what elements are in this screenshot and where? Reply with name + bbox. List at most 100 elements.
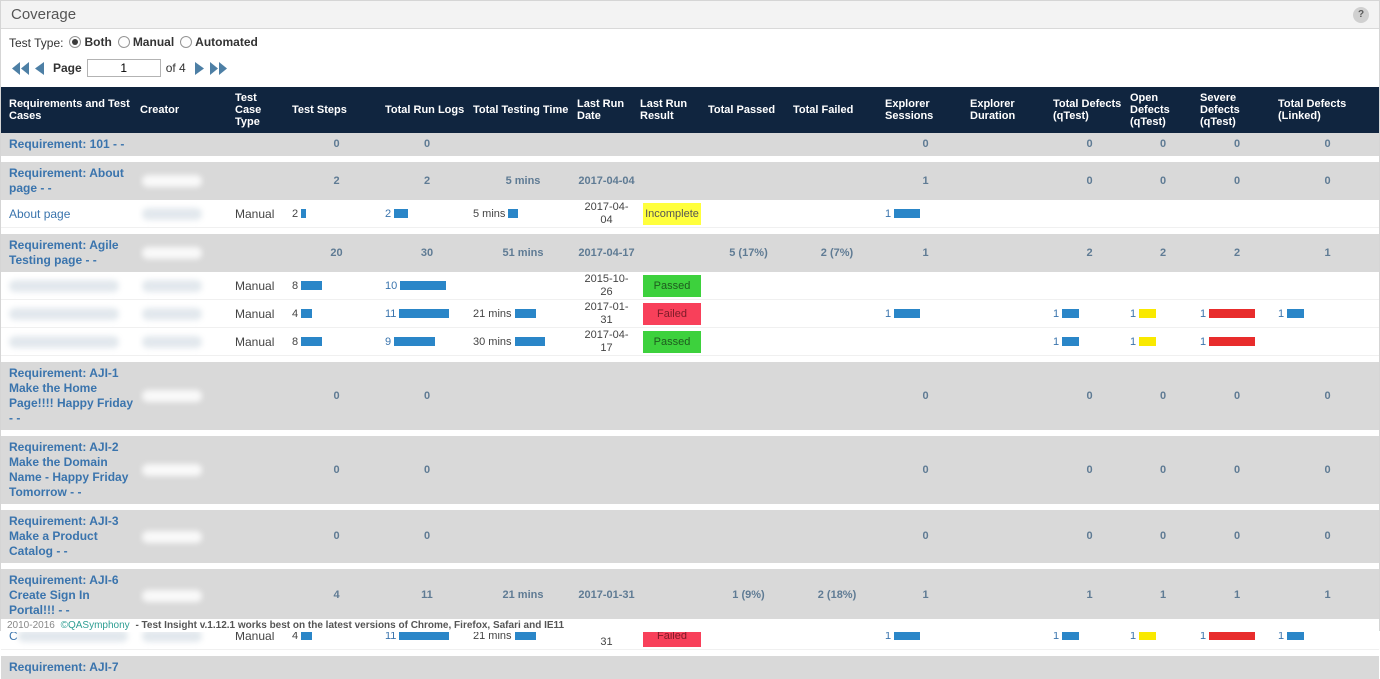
test-type-radio-manual[interactable]: Manual bbox=[118, 35, 174, 49]
metric-bar bbox=[399, 309, 449, 318]
cell-tdq: 1 bbox=[1051, 300, 1128, 327]
requirement-row: Requirement: About page - -225 mins2017-… bbox=[1, 162, 1379, 200]
redacted-text bbox=[142, 336, 202, 348]
cell-tdl bbox=[1276, 200, 1379, 227]
cell-duration bbox=[968, 510, 1051, 563]
cell-steps: 0 bbox=[290, 436, 383, 504]
testcase-link[interactable]: About page bbox=[9, 207, 70, 221]
metric-value[interactable]: 1 bbox=[1130, 336, 1136, 348]
cell-logs: 0 bbox=[383, 133, 471, 156]
cell-creator bbox=[138, 133, 233, 156]
metric-value[interactable]: 9 bbox=[385, 336, 391, 348]
radio-label: Automated bbox=[195, 35, 258, 49]
cell-type bbox=[233, 569, 290, 622]
cell-date bbox=[575, 656, 638, 679]
requirement-row: Requirement: AJI-1 Make the Home Page!!!… bbox=[1, 362, 1379, 430]
next-page-button[interactable] bbox=[192, 60, 207, 77]
redacted-text bbox=[142, 590, 202, 602]
first-page-button[interactable] bbox=[9, 60, 32, 77]
column-header: Last Run Result bbox=[638, 87, 706, 133]
requirement-link[interactable]: Requirement: AJI-1 Make the Home Page!!!… bbox=[9, 362, 138, 430]
cell-logs: 0 bbox=[383, 362, 471, 430]
cell-logs: 2 bbox=[383, 200, 471, 227]
requirement-link[interactable]: Requirement: Agile Testing page - - bbox=[9, 234, 138, 272]
requirement-link[interactable]: Requirement: About page - - bbox=[9, 162, 138, 200]
cell-passed: 1 (9%) bbox=[706, 569, 791, 622]
cell-time: 5 mins bbox=[471, 200, 575, 227]
metric-value[interactable]: 11 bbox=[385, 308, 396, 320]
cell-time: 21 mins bbox=[471, 300, 575, 327]
cell-time bbox=[471, 272, 575, 299]
cell-logs: 10 bbox=[383, 272, 471, 299]
metric-bar bbox=[1287, 309, 1304, 318]
metric-bar bbox=[301, 337, 322, 346]
cell-failed bbox=[791, 300, 883, 327]
cell-sd: 1 bbox=[1198, 569, 1276, 622]
cell-date: 2017-04-17 bbox=[575, 328, 638, 355]
column-header: Test Case Type bbox=[233, 87, 290, 133]
metric-bar bbox=[301, 309, 312, 318]
cell-time bbox=[471, 362, 575, 430]
metric-bar bbox=[400, 281, 446, 290]
metric-value[interactable]: 1 bbox=[1053, 336, 1059, 348]
cell-sessions: 1 bbox=[883, 162, 968, 200]
test-type-label: Test Type: bbox=[9, 36, 63, 50]
cell-tdq: 0 bbox=[1051, 133, 1128, 156]
footer-brand-link[interactable]: ©QASymphony bbox=[61, 620, 130, 631]
cell-sessions: 0 bbox=[883, 362, 968, 430]
cell-tdq bbox=[1051, 656, 1128, 679]
requirement-link[interactable]: Requirement: AJI-6 Create Sign In Portal… bbox=[9, 569, 138, 622]
column-header: Creator bbox=[138, 87, 233, 133]
cell-name: Requirement: AJI-7 bbox=[1, 656, 138, 679]
radio-icon[interactable] bbox=[118, 36, 130, 48]
requirement-row: Requirement: Agile Testing page - -20305… bbox=[1, 234, 1379, 272]
cell-type bbox=[233, 510, 290, 563]
cell-passed bbox=[706, 436, 791, 504]
cell-failed bbox=[791, 510, 883, 563]
cell-tdl bbox=[1276, 272, 1379, 299]
metric-value[interactable]: 1 bbox=[885, 208, 891, 220]
cell-tdq: 1 bbox=[1051, 569, 1128, 622]
cell-type bbox=[233, 656, 290, 679]
metric-value[interactable]: 10 bbox=[385, 280, 397, 292]
metric-value[interactable]: 1 bbox=[1278, 308, 1284, 320]
cell-time: 5 mins bbox=[471, 162, 575, 200]
page-number-input[interactable] bbox=[87, 59, 161, 77]
last-page-button[interactable] bbox=[207, 60, 230, 77]
radio-icon[interactable] bbox=[69, 36, 81, 48]
metric-value[interactable]: 1 bbox=[1130, 308, 1136, 320]
cell-name bbox=[1, 272, 138, 299]
metric-value[interactable]: 1 bbox=[1053, 308, 1059, 320]
metric-value: 8 bbox=[292, 280, 298, 292]
left-arrow-icon bbox=[35, 62, 44, 75]
testcase-row: Manual41121 mins2017-01-31Failed11111 bbox=[1, 300, 1379, 328]
requirement-link[interactable]: Requirement: AJI-3 Make a Product Catalo… bbox=[9, 510, 138, 563]
metric-value[interactable]: 1 bbox=[885, 308, 891, 320]
requirement-link[interactable]: Requirement: 101 - - bbox=[9, 133, 128, 156]
previous-page-button[interactable] bbox=[32, 60, 47, 77]
radio-label: Both bbox=[84, 35, 111, 49]
cell-steps: 8 bbox=[290, 328, 383, 355]
metric-bar bbox=[1209, 309, 1255, 318]
requirement-link[interactable]: Requirement: AJI-7 bbox=[9, 656, 123, 679]
redacted-text bbox=[142, 247, 202, 259]
cell-date bbox=[575, 133, 638, 156]
test-type-radio-automated[interactable]: Automated bbox=[180, 35, 258, 49]
test-type-radio-both[interactable]: Both bbox=[69, 35, 111, 49]
cell-result bbox=[638, 362, 706, 430]
metric-value[interactable]: 2 bbox=[385, 208, 391, 220]
cell-tdq: 0 bbox=[1051, 162, 1128, 200]
metric-value[interactable]: 1 bbox=[1200, 336, 1206, 348]
cell-tdl bbox=[1276, 328, 1379, 355]
cell-name bbox=[1, 328, 138, 355]
radio-icon[interactable] bbox=[180, 36, 192, 48]
metric-value[interactable]: 1 bbox=[1200, 308, 1206, 320]
metric-bar bbox=[394, 209, 408, 218]
cell-steps: 4 bbox=[290, 300, 383, 327]
requirement-link[interactable]: Requirement: AJI-2 Make the Domain Name … bbox=[9, 436, 138, 504]
help-icon[interactable]: ? bbox=[1353, 7, 1369, 23]
run-result-badge: Incomplete bbox=[643, 203, 701, 225]
cell-duration bbox=[968, 162, 1051, 200]
cell-creator bbox=[138, 569, 233, 622]
metric-bar bbox=[1209, 631, 1255, 640]
